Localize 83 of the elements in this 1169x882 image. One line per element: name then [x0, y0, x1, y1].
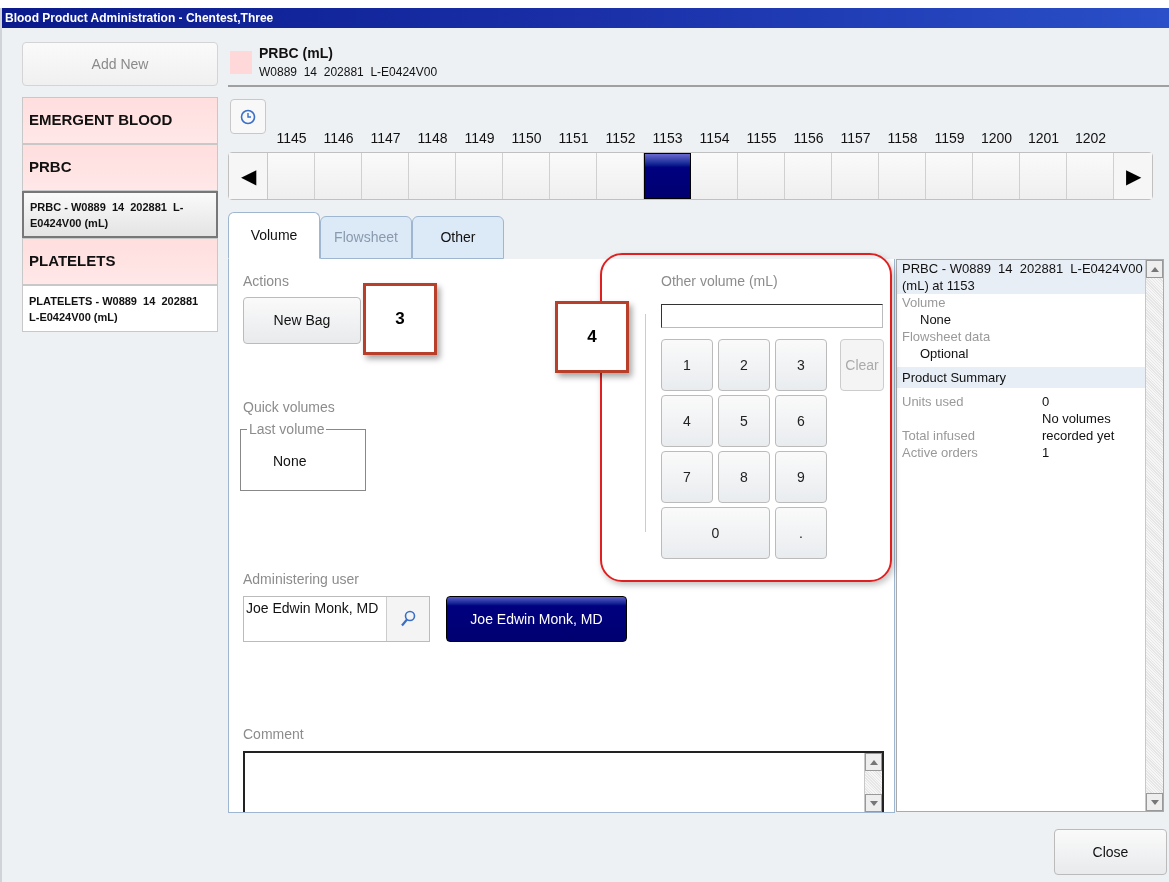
summary-value: recorded yet: [1042, 427, 1116, 444]
time-label: 1151: [557, 129, 590, 148]
keypad-key[interactable]: 2: [718, 339, 770, 391]
keypad-key[interactable]: 9: [775, 451, 827, 503]
up-arrow-icon: [1150, 266, 1159, 272]
window-title: Blood Product Administration - Chentest,Three: [5, 10, 274, 27]
time-label: 1201: [1026, 129, 1061, 148]
scroll-up-button[interactable]: [865, 753, 882, 771]
keypad-key[interactable]: 1: [661, 339, 713, 391]
scroll-down-button[interactable]: [1146, 793, 1163, 811]
actions-label: Actions: [243, 272, 290, 291]
keypad-key[interactable]: 6: [775, 395, 827, 447]
other-volume-label: Other volume (mL): [661, 272, 779, 291]
tab[interactable]: Volume: [228, 212, 320, 259]
time-label: 1155: [745, 129, 778, 148]
summary-label: Flowsheet data: [902, 328, 992, 345]
summary-label: Active orders: [902, 444, 979, 461]
scroll-up-button[interactable]: [1146, 260, 1163, 278]
close-button[interactable]: Close: [1054, 829, 1167, 875]
time-label: 1146: [322, 129, 355, 148]
keypad-key[interactable]: 0: [661, 507, 770, 559]
product-title: PRBC (mL): [259, 44, 334, 63]
keypad-key[interactable]: 5: [718, 395, 770, 447]
keypad-key[interactable]: 8: [718, 451, 770, 503]
summary-label: Total infused: [902, 427, 976, 444]
keypad-key[interactable]: 7: [661, 451, 713, 503]
scroll-down-button[interactable]: [865, 794, 882, 812]
clock-icon: [240, 108, 256, 125]
summary-value: 1: [1042, 444, 1051, 461]
time-label: 1148: [416, 129, 449, 148]
search-icon: [400, 610, 416, 628]
time-label: 1154: [698, 129, 731, 148]
category-item[interactable]: EMERGENT BLOOD: [22, 97, 218, 144]
time-label: 1149: [463, 129, 496, 148]
previous-button[interactable]: ◀: [229, 153, 268, 199]
time-label: 1153: [651, 129, 684, 148]
time-slot[interactable]: [644, 153, 691, 199]
callout-label: 3: [363, 283, 437, 355]
time-label: 1200: [979, 129, 1014, 148]
time-label: 1145: [275, 129, 308, 148]
summary-label: Units used: [902, 393, 965, 410]
time-label: 1156: [792, 129, 825, 148]
summary-value: No volumes: [1042, 410, 1112, 427]
quick-volumes-label: Quick volumes: [243, 398, 336, 417]
administering-user-label: Administering user: [243, 570, 360, 589]
summary-label: Volume: [902, 294, 947, 311]
new-bag-button[interactable]: New Bag: [243, 297, 361, 344]
summary-section-title: Product Summary: [897, 367, 1145, 388]
time-label: 1150: [510, 129, 543, 148]
product-code: W0889 14 202881 L-E0424V00: [259, 64, 438, 81]
volume-input[interactable]: [661, 304, 883, 328]
clock-button[interactable]: [230, 99, 266, 134]
scrollbar[interactable]: [864, 753, 882, 812]
up-arrow-icon: [869, 759, 878, 765]
time-label: 1147: [369, 129, 402, 148]
keypad-key[interactable]: 3: [775, 339, 827, 391]
tab[interactable]: Other: [412, 216, 504, 259]
selected-user-button[interactable]: Joe Edwin Monk, MD: [446, 596, 627, 642]
user-field[interactable]: Joe Edwin Monk, MD: [243, 596, 430, 642]
scrollbar[interactable]: [1145, 260, 1163, 811]
time-label: 1159: [933, 129, 966, 148]
product-item[interactable]: PRBC - W0889 14 202881 L-E0424V00 (mL): [22, 191, 218, 238]
keypad-key[interactable]: .: [775, 507, 827, 559]
category-item[interactable]: PRBC: [22, 144, 218, 191]
product-item[interactable]: PLATELETS - W0889 14 202881 L-E0424V00 (mL): [22, 285, 218, 332]
user-input[interactable]: Joe Edwin Monk, MD: [244, 597, 386, 619]
summary-title: PRBC - W0889 14 202881 L-E0424V00 (mL) at 1153: [897, 260, 1145, 294]
summary-value: 0: [1042, 393, 1051, 410]
summary-value: None: [919, 311, 953, 328]
down-arrow-icon: [869, 800, 878, 806]
comment-label: Comment: [243, 725, 305, 744]
time-label: 1158: [886, 129, 919, 148]
last-volume-value: None: [273, 452, 307, 471]
search-button[interactable]: [386, 597, 429, 641]
keypad-key[interactable]: 4: [661, 395, 713, 447]
time-label: 1152: [604, 129, 637, 148]
callout-label: 4: [555, 301, 629, 373]
down-arrow-icon: [1150, 799, 1159, 805]
time-label: 1157: [839, 129, 872, 148]
time-label: 1202: [1073, 129, 1108, 148]
summary-value: Optional: [919, 345, 970, 362]
category-item[interactable]: PLATELETS: [22, 238, 218, 285]
comment-field[interactable]: [243, 751, 884, 812]
